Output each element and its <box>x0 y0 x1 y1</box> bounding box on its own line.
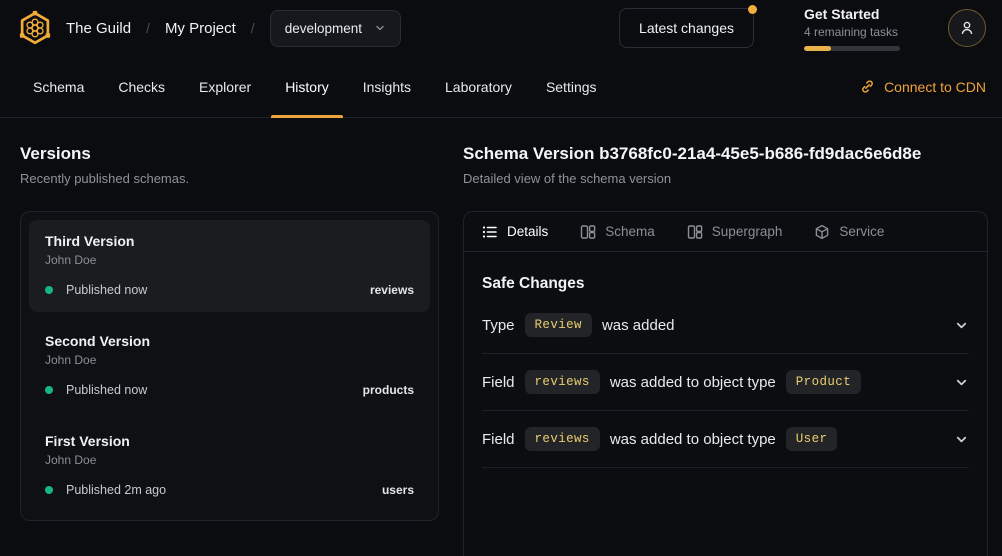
chevron-down-icon <box>374 22 386 34</box>
versions-subtitle: Recently published schemas. <box>20 171 439 186</box>
get-started-progress-bar <box>804 46 900 51</box>
version-status-row: Published now products <box>45 383 414 397</box>
top-bar: The Guild / My Project / development Lat… <box>0 0 1002 56</box>
chevron-down-icon[interactable] <box>954 432 969 447</box>
version-status-row: Published 2m ago users <box>45 483 414 497</box>
version-status: Published now <box>66 283 147 297</box>
chevron-down-icon[interactable] <box>954 318 969 333</box>
tab-supergraph-label: Supergraph <box>712 224 783 239</box>
version-card[interactable]: First Version John Doe Published 2m ago … <box>29 420 430 512</box>
target-selector[interactable]: development <box>270 10 401 47</box>
change-code: Review <box>525 313 592 337</box>
breadcrumb-project[interactable]: My Project <box>165 20 236 37</box>
version-status-row: Published now reviews <box>45 283 414 297</box>
latest-changes-label: Latest changes <box>639 20 734 36</box>
breadcrumb-separator: / <box>251 20 255 36</box>
tab-details[interactable]: Details <box>482 224 548 240</box>
connect-to-cdn-link[interactable]: Connect to CDN <box>860 79 986 95</box>
project-nav: Schema Checks Explorer History Insights … <box>0 56 1002 118</box>
get-started-widget[interactable]: Get Started 4 remaining tasks <box>804 6 900 51</box>
change-prefix: Type <box>482 317 515 334</box>
schema-version-panel: Schema Version b3768fc0-21a4-45e5-b686-f… <box>463 144 988 556</box>
change-prefix: Field <box>482 431 515 448</box>
change-row[interactable]: Type Review was added <box>482 297 969 354</box>
version-author: John Doe <box>45 353 414 367</box>
nav-tab[interactable]: Explorer <box>182 56 268 117</box>
published-status-icon <box>45 386 53 394</box>
hive-logo-icon[interactable] <box>16 9 54 47</box>
published-status-icon <box>45 486 53 494</box>
box-icon <box>814 224 830 240</box>
get-started-subtitle: 4 remaining tasks <box>804 25 900 39</box>
version-name: Second Version <box>45 333 414 349</box>
published-status-icon <box>45 286 53 294</box>
version-service-name: products <box>363 383 414 397</box>
change-prefix: Field <box>482 374 515 391</box>
nav-tab[interactable]: Laboratory <box>428 56 529 117</box>
tab-schema[interactable]: Schema <box>580 224 655 240</box>
get-started-title: Get Started <box>804 6 900 22</box>
columns-icon <box>687 224 703 240</box>
version-card[interactable]: Third Version John Doe Published now rev… <box>29 220 430 312</box>
version-name: First Version <box>45 433 414 449</box>
nav-tab[interactable]: History <box>268 56 346 117</box>
change-description: was added to object type <box>610 374 776 391</box>
tab-details-label: Details <box>507 224 548 239</box>
tab-schema-label: Schema <box>605 224 655 239</box>
change-code: reviews <box>525 370 600 394</box>
detail-content: Safe Changes Type Review was added Field <box>464 252 987 468</box>
columns-icon <box>580 224 596 240</box>
change-target-code: User <box>786 427 838 451</box>
nav-tab[interactable]: Schema <box>16 56 101 117</box>
version-card[interactable]: Second Version John Doe Published now pr… <box>29 320 430 412</box>
schema-version-subtitle: Detailed view of the schema version <box>463 171 988 186</box>
connect-to-cdn-label: Connect to CDN <box>884 79 986 95</box>
versions-panel: Versions Recently published schemas. Thi… <box>20 144 439 556</box>
link-icon <box>860 79 875 94</box>
schema-version-title: Schema Version b3768fc0-21a4-45e5-b686-f… <box>463 144 988 164</box>
breadcrumb-org[interactable]: The Guild <box>66 20 131 37</box>
change-row[interactable]: Field reviews was added to object type U… <box>482 411 969 468</box>
change-target-code: Product <box>786 370 861 394</box>
version-author: John Doe <box>45 253 414 267</box>
user-avatar[interactable] <box>948 9 986 47</box>
chevron-down-icon[interactable] <box>954 375 969 390</box>
target-selector-value: development <box>285 21 362 36</box>
version-author: John Doe <box>45 453 414 467</box>
breadcrumb-separator: / <box>146 20 150 36</box>
version-service-name: reviews <box>370 283 414 297</box>
tab-supergraph[interactable]: Supergraph <box>687 224 783 240</box>
version-status: Published 2m ago <box>66 483 166 497</box>
tab-service-label: Service <box>839 224 884 239</box>
schema-version-detail-card: Details Schema <box>463 211 988 556</box>
version-service-name: users <box>382 483 414 497</box>
versions-list: Third Version John Doe Published now rev… <box>20 211 439 521</box>
version-status: Published now <box>66 383 147 397</box>
notification-dot-icon <box>748 5 757 14</box>
change-description: was added <box>602 317 675 334</box>
get-started-progress-fill <box>804 46 831 51</box>
nav-tab[interactable]: Checks <box>101 56 182 117</box>
nav-tab[interactable]: Insights <box>346 56 428 117</box>
change-code: reviews <box>525 427 600 451</box>
change-description: was added to object type <box>610 431 776 448</box>
change-row[interactable]: Field reviews was added to object type P… <box>482 354 969 411</box>
safe-changes-title: Safe Changes <box>482 275 969 293</box>
breadcrumb: The Guild / My Project / development <box>66 10 401 47</box>
list-icon <box>482 224 498 240</box>
latest-changes-button[interactable]: Latest changes <box>619 8 754 48</box>
person-icon <box>957 18 977 38</box>
detail-tabs: Details Schema <box>464 212 987 252</box>
nav-tab[interactable]: Settings <box>529 56 614 117</box>
tab-service[interactable]: Service <box>814 224 884 240</box>
version-name: Third Version <box>45 233 414 249</box>
versions-title: Versions <box>20 144 439 164</box>
main-content: Versions Recently published schemas. Thi… <box>0 118 1002 556</box>
